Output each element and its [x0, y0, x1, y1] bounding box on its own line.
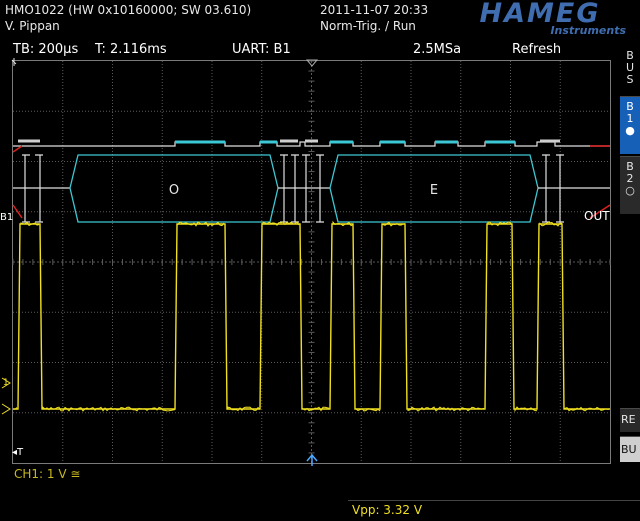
bu-soft-key[interactable]: BU — [620, 436, 640, 462]
device-model-label: HMO1022 (HW 0x10160000; SW 03.610) — [5, 3, 252, 17]
b1-radio-selected-icon: ● — [625, 124, 635, 137]
waveform-canvas: O E — [1, 58, 611, 466]
bus-letter-s: S — [626, 73, 634, 86]
hameg-logo: HAMEG Instruments — [452, 0, 628, 37]
vpp-measurement-readout: Vpp: 3.32 V — [352, 503, 423, 517]
bus-menu-header[interactable]: B U S — [620, 50, 640, 92]
bus-b2-tab[interactable]: B 2 ○ — [620, 156, 640, 214]
bus-left-edge-marker — [12, 145, 23, 219]
trigger-time-readout: T: 2.116ms — [95, 42, 167, 57]
timebase-readout: TB: 200µs — [13, 42, 79, 57]
bus-right-edge-marker — [589, 145, 611, 219]
bus-out-label: OUT — [584, 209, 610, 223]
ch1-ground-marker-icon[interactable] — [1, 403, 11, 415]
datetime-label: 2011-11-07 20:33 — [320, 3, 429, 17]
sample-rate-readout: 2.5MSa — [413, 42, 462, 57]
user-name-label: V. Pippan — [5, 19, 60, 33]
bus-b1-marker[interactable]: B1 — [0, 212, 13, 223]
scope-display[interactable]: O E — [0, 58, 640, 468]
graticule — [12, 60, 611, 463]
bus-mode-readout: UART: B1 — [232, 42, 291, 57]
ch1-setting-readout[interactable]: CH1: 1 V ≅ — [14, 467, 80, 481]
re-soft-key[interactable]: RE — [620, 408, 640, 432]
decoded-byte-e: E — [430, 183, 438, 198]
trigger-state-label: Norm-Trig. / Run — [320, 19, 416, 33]
bus-b1-tab[interactable]: B 1 ● — [620, 96, 640, 154]
acquisition-mode-readout: Refresh — [512, 42, 562, 57]
logo-subtext: Instruments — [550, 24, 626, 37]
trigger-marker-label: ◂T — [12, 447, 24, 458]
b2-radio-unselected-icon: ○ — [625, 184, 635, 197]
decoded-byte-o: O — [169, 183, 179, 198]
ch1-marker-label: 1 — [3, 378, 9, 388]
